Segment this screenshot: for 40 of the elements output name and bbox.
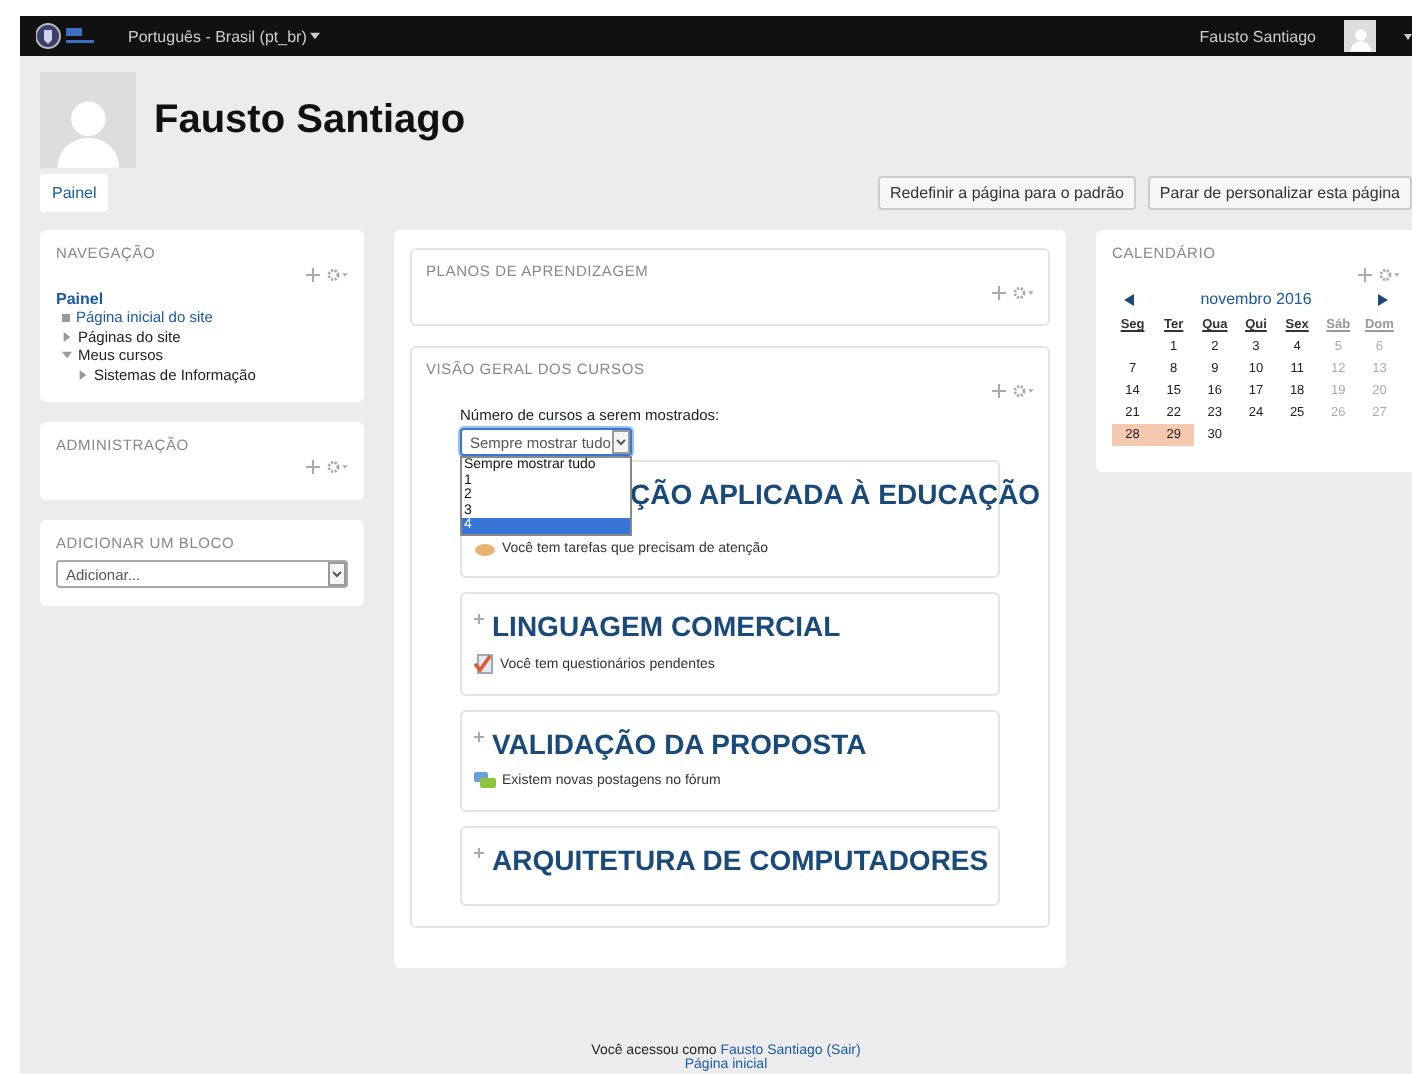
move-icon[interactable] <box>1358 268 1372 282</box>
settings-icon[interactable] <box>326 268 348 282</box>
dropdown-icon[interactable] <box>328 562 346 586</box>
course-title[interactable]: VALIDAÇÃO DA PROPOSTA <box>492 728 867 760</box>
settings-icon[interactable] <box>1378 268 1400 282</box>
course-title[interactable]: LINGUAGEM COMERCIAL <box>492 610 841 642</box>
logo-icon[interactable] <box>36 22 100 50</box>
settings-icon[interactable] <box>326 460 348 474</box>
month-title[interactable]: novembro 2016 <box>1200 290 1312 308</box>
forum-icon <box>474 772 496 790</box>
expand-icon[interactable] <box>474 614 484 624</box>
settings-icon[interactable] <box>1012 384 1034 398</box>
bullet-icon <box>62 313 70 322</box>
nav-root-link[interactable]: Painel <box>56 290 348 308</box>
user-name: Fausto Santiago <box>154 97 466 143</box>
quiz-icon <box>474 654 494 674</box>
tab[interactable]: Painel <box>40 174 109 212</box>
user-name[interactable]: Fausto Santiago <box>1199 27 1316 45</box>
expand-icon[interactable] <box>474 848 484 858</box>
settings-icon[interactable] <box>1012 286 1034 300</box>
caret-icon[interactable] <box>1404 33 1412 39</box>
assignment-icon <box>474 540 496 556</box>
caret-icon <box>310 32 321 40</box>
language-menu[interactable]: Português - Brasil (pt_br) <box>128 27 321 45</box>
expand-icon[interactable] <box>474 732 484 742</box>
avatar-icon <box>1347 26 1373 52</box>
dropdown-icon[interactable] <box>612 430 630 454</box>
move-icon[interactable] <box>306 268 320 282</box>
course-title[interactable]: ARQUITETURA DE COMPUTADORES <box>492 844 989 876</box>
collapsed-icon[interactable] <box>78 369 88 379</box>
next-icon[interactable] <box>1378 293 1388 305</box>
move-icon[interactable] <box>992 286 1006 300</box>
collapsed-icon[interactable] <box>62 331 72 341</box>
course-title[interactable]: ÇÃO APLICADA À EDUCAÇÃO <box>630 478 1041 510</box>
page-button[interactable]: Redefinir a página para o padrão <box>877 176 1136 210</box>
move-icon[interactable] <box>306 460 320 474</box>
page-button[interactable]: Parar de personalizar esta página <box>1147 176 1412 210</box>
expanded-icon[interactable] <box>62 350 72 360</box>
move-icon[interactable] <box>992 384 1006 398</box>
previous-icon[interactable] <box>1124 293 1134 305</box>
